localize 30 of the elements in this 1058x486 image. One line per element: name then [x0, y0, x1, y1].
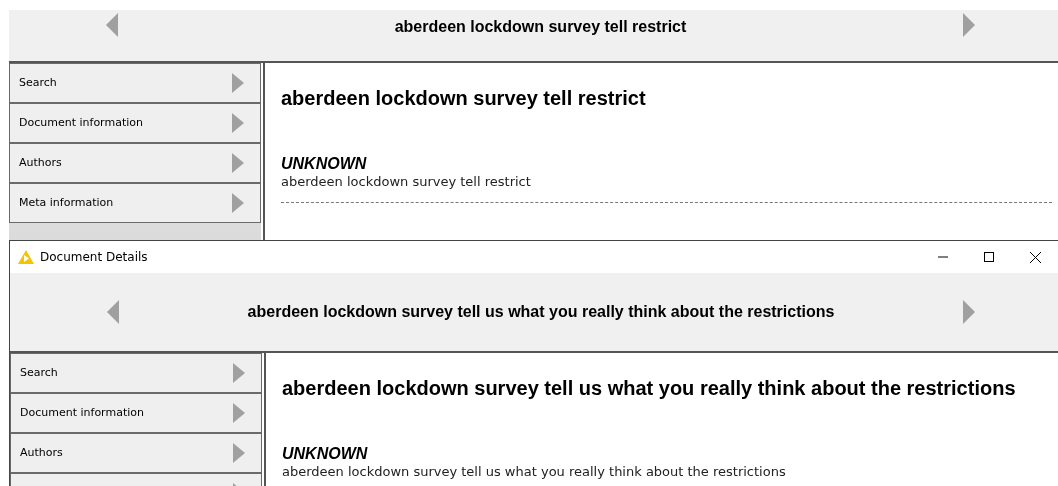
header-title: aberdeen lockdown survey tell restrict — [394, 17, 687, 37]
sidebar-item[interactable]: Search — [10, 353, 262, 393]
sidebar-item[interactable]: Meta information — [9, 183, 261, 223]
maximize-icon — [984, 252, 994, 262]
chevron-right-icon — [232, 153, 244, 173]
app-icon — [18, 250, 34, 264]
sidebar-item[interactable]: Authors — [10, 433, 262, 473]
chevron-right-icon — [232, 113, 244, 133]
sidebar-item[interactable]: Document information — [10, 393, 262, 433]
previous-button[interactable] — [106, 300, 120, 324]
chevron-right-icon — [233, 403, 245, 423]
author-name: UNKNOWN — [282, 444, 369, 464]
previous-button[interactable] — [105, 13, 119, 37]
document-text: aberdeen lockdown survey tell us what you really think about the restrictions — [282, 464, 787, 481]
document-title: aberdeen lockdown survey tell us what you really think about the restrictions — [282, 376, 1017, 401]
sidebar-item[interactable]: Document information — [9, 103, 261, 143]
document-title: aberdeen lockdown survey tell restrict — [281, 86, 647, 111]
chevron-right-icon — [233, 443, 245, 463]
author-name: UNKNOWN — [281, 154, 368, 174]
document-text: aberdeen lockdown survey tell restrict — [281, 174, 532, 191]
next-button[interactable] — [962, 13, 976, 37]
sidebar-item[interactable]: Authors — [9, 143, 261, 183]
header-title: aberdeen lockdown survey tell us what you really think about the restrictions — [247, 302, 835, 322]
chevron-right-icon — [232, 73, 244, 93]
sidebar-item[interactable]: Search — [9, 63, 261, 103]
next-button[interactable] — [962, 300, 976, 324]
close-icon — [1029, 251, 1041, 263]
chevron-right-icon — [232, 193, 244, 213]
chevron-right-icon — [233, 363, 245, 383]
window-title: Document Details — [40, 249, 148, 266]
